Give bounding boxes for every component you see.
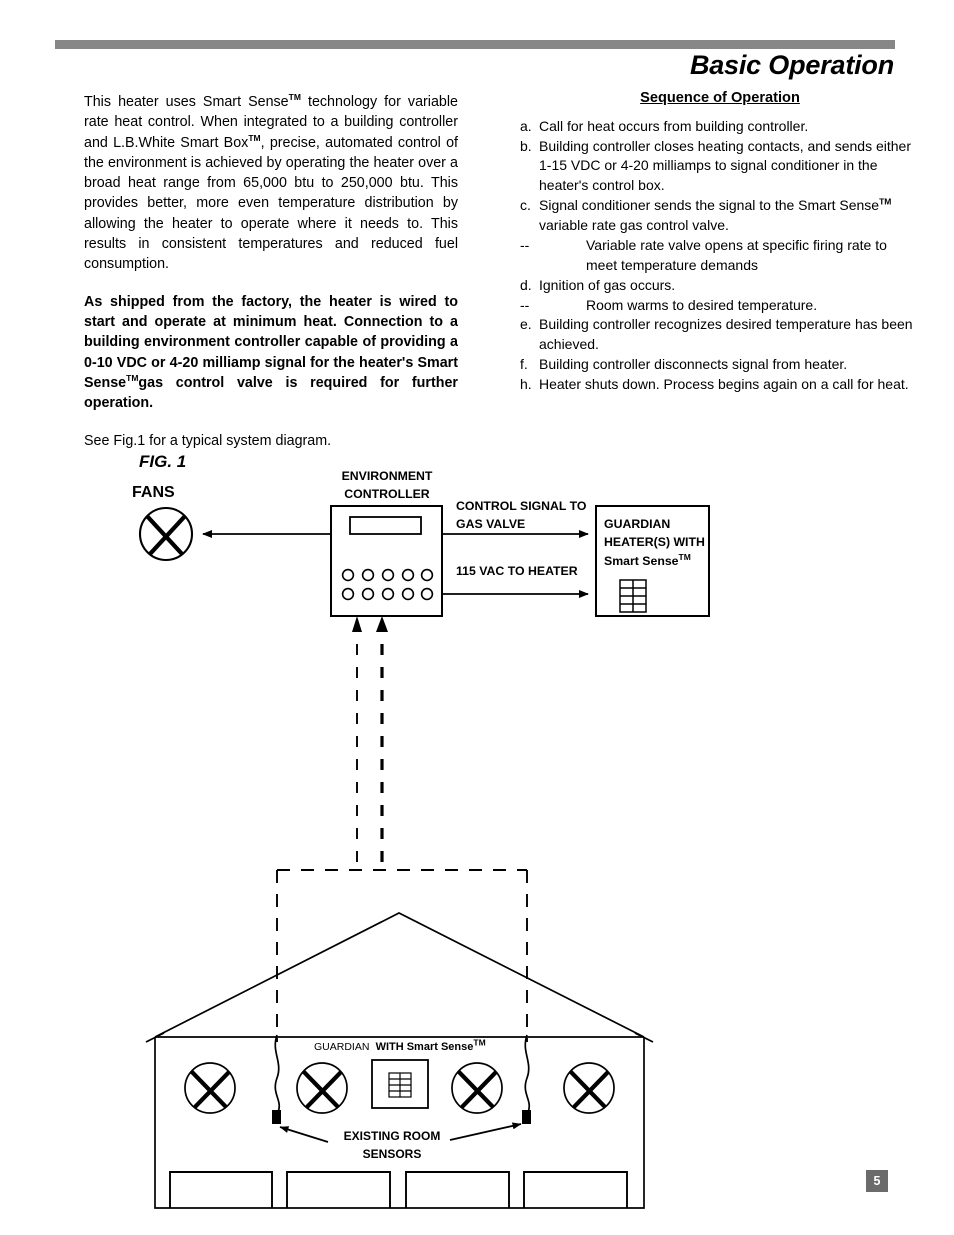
page-title: Basic Operation xyxy=(689,50,894,80)
controller-buttons xyxy=(341,568,434,601)
sequence-item-text: Heater shuts down. Process begins again … xyxy=(539,376,909,393)
environment-controller-label: ENVIRONMENT CONTROLLER xyxy=(331,468,443,504)
existing-room-sensors-label: EXISTING ROOM SENSORS xyxy=(332,1127,452,1163)
fan-icon-building-3 xyxy=(451,1062,503,1114)
figure-number-label: FIG. 1 xyxy=(139,452,187,471)
fan-icon-building-4 xyxy=(563,1062,615,1114)
building-heater-label-b: WITH Smart Sense xyxy=(375,1041,474,1053)
room-sensor-left xyxy=(272,1110,281,1124)
fan-icon-building-1 xyxy=(184,1062,236,1114)
trademark-icon: TM xyxy=(473,1037,486,1048)
sequence-item-text: Building controller closes heating conta… xyxy=(539,137,911,194)
env-label-line1: ENVIRONMENT xyxy=(341,469,433,483)
room-sensor-right xyxy=(522,1110,531,1124)
control-signal-line1: CONTROL SIGNAL TO xyxy=(456,499,587,513)
sequence-item-marker: -- xyxy=(520,236,530,253)
fan-icon-building-2 xyxy=(296,1062,348,1114)
sequence-item-marker: f. xyxy=(520,356,528,373)
sensor-cable-left xyxy=(274,1034,280,1113)
sequence-item-marker: -- xyxy=(520,296,530,313)
building-heater-box xyxy=(371,1059,429,1109)
trademark-icon: TM xyxy=(248,132,261,143)
sequence-item-marker: e. xyxy=(520,316,532,333)
intro-paragraph: This heater uses Smart SenseTM technolog… xyxy=(84,92,458,275)
sequence-item: h. Heater shuts down. Process begins agai… xyxy=(520,375,920,395)
trademark-icon: TM xyxy=(126,373,139,384)
control-signal-label: CONTROL SIGNAL TO GAS VALVE xyxy=(456,498,596,534)
document-page: Basic Operation This heater uses Smart S… xyxy=(0,0,954,1235)
header-rule xyxy=(55,40,895,49)
see-figure-note: See Fig.1 for a typical system diagram. xyxy=(84,433,332,450)
sequence-item: -- Room warms to desired temperature. xyxy=(520,296,920,316)
environment-controller-box xyxy=(330,505,443,617)
left-column: This heater uses Smart SenseTM technolog… xyxy=(84,92,458,466)
guardian-heater-label: GUARDIAN HEATER(S) WITH Smart SenseTM xyxy=(604,515,714,570)
intro-part-1: This heater uses Smart Sense xyxy=(84,94,289,110)
sequence-item-marker: h. xyxy=(520,376,532,393)
bold-notice-paragraph: As shipped from the factory, the heater … xyxy=(84,292,458,414)
sensor-cable-right xyxy=(524,1034,530,1113)
sequence-item-marker: d. xyxy=(520,276,532,293)
sequence-list: a. Call for heat occurs from building con… xyxy=(520,117,920,395)
sequence-item-text: Call for heat occurs from building contr… xyxy=(539,117,809,134)
sequence-item: f. Building controller disconnects signal… xyxy=(520,355,920,375)
sequence-item: c. Signal conditioner sends the signal to… xyxy=(520,196,920,236)
sensor-wire-right xyxy=(376,616,388,862)
fan-icon-top xyxy=(138,506,194,562)
trademark-icon: TM xyxy=(678,551,691,562)
page-number-badge: 5 xyxy=(866,1170,888,1192)
sequence-item: d. Ignition of gas occurs. xyxy=(520,276,920,296)
vac-to-heater-label: 115 VAC TO HEATER xyxy=(456,564,578,578)
intro-part-3: , precise, automated control of the envi… xyxy=(84,134,458,273)
sequence-item-marker: a. xyxy=(520,117,532,134)
building-heater-label: GUARDIAN WITH Smart SenseTM xyxy=(314,1038,486,1053)
sequence-item: e. Building controller recognizes desired… xyxy=(520,315,920,355)
sensor-arrow-right xyxy=(449,1122,522,1141)
right-column: Sequence of Operation a. Call for heat oc… xyxy=(520,88,920,395)
heater-grid-icon xyxy=(619,579,647,613)
guardian-line2: HEATER(S) WITH xyxy=(604,535,705,550)
building-outline xyxy=(145,912,654,1209)
sequence-item-text: Room warms to desired temperature. xyxy=(586,296,818,313)
sensor-wire-left xyxy=(352,616,362,862)
heater-grid-icon-building xyxy=(388,1072,412,1098)
sequence-item-text: Building controller disconnects signal f… xyxy=(539,356,848,373)
sensor-arrow-left xyxy=(279,1126,329,1143)
sequence-item: b. Building controller closes heating con… xyxy=(520,137,920,197)
sequence-item-text: Signal conditioner sends the signal to t… xyxy=(539,197,891,233)
env-label-line2: CONTROLLER xyxy=(344,486,430,501)
fans-label: FANS xyxy=(132,484,175,501)
sequence-item-text: Variable rate valve opens at specific fi… xyxy=(586,236,887,273)
guardian-line3: Smart SenseTM xyxy=(604,551,691,568)
trademark-icon: TM xyxy=(288,92,301,103)
bold-part-2: gas control valve is required for furthe… xyxy=(84,374,458,412)
sensors-line1: EXISTING ROOM xyxy=(343,1129,441,1143)
sequence-item-marker: b. xyxy=(520,137,532,154)
sensors-line2: SENSORS xyxy=(362,1147,422,1161)
sequence-item-text: Ignition of gas occurs. xyxy=(539,276,676,293)
sequence-heading: Sequence of Operation xyxy=(640,90,800,106)
dashed-enclosure xyxy=(276,869,528,1042)
guardian-line1: GUARDIAN xyxy=(604,517,671,531)
sequence-item-text-before: Signal conditioner sends the signal to t… xyxy=(539,197,880,214)
sequence-item: -- Variable rate valve opens at specific … xyxy=(520,236,920,276)
sequence-item-text: Building controller recognizes desired t… xyxy=(539,316,913,353)
trademark-icon: TM xyxy=(879,196,892,207)
sequence-item: a. Call for heat occurs from building con… xyxy=(520,117,920,137)
sequence-item-text-after: variable rate gas control valve. xyxy=(539,217,729,234)
sequence-item-marker: c. xyxy=(520,197,531,214)
building-openings xyxy=(169,1171,628,1208)
control-signal-line2: GAS VALVE xyxy=(456,516,526,531)
building-heater-label-a: GUARDIAN xyxy=(314,1041,370,1053)
